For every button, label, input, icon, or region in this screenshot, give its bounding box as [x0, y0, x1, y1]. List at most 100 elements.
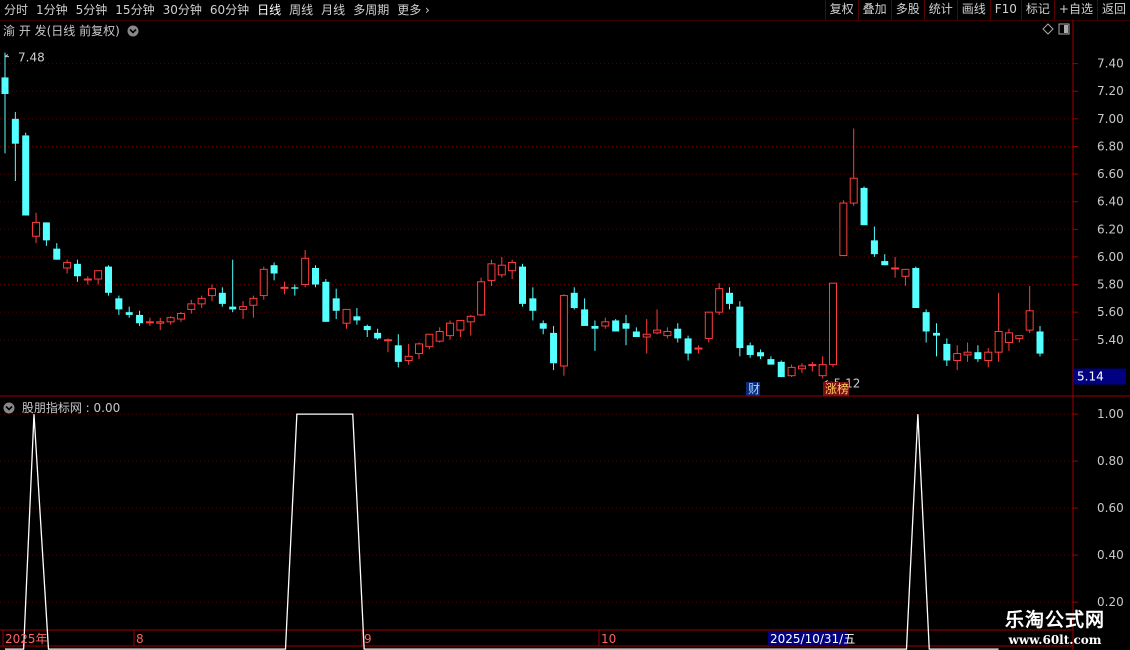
candle-85[interactable]	[881, 254, 889, 266]
kline-chart[interactable]: 5.40 5.60 5.80 6.00 6.20 6.40 6.60 6.80 7.00 7.20…	[0, 0, 1130, 650]
event-tag-0[interactable]: 财	[748, 382, 760, 396]
candle-71[interactable]	[736, 301, 744, 357]
candle-10[interactable]	[105, 265, 112, 296]
candle-63[interactable]	[653, 309, 662, 335]
candle-30[interactable]	[312, 265, 319, 288]
candle-89[interactable]	[922, 309, 930, 343]
candle-25[interactable]	[259, 266, 268, 300]
candle-81[interactable]	[839, 200, 848, 257]
candle-98[interactable]	[1015, 335, 1024, 343]
candle-39[interactable]	[404, 343, 413, 365]
candle-31[interactable]	[322, 279, 330, 322]
candle-7[interactable]	[73, 259, 81, 282]
candle-61[interactable]	[632, 327, 640, 338]
candle-53[interactable]	[550, 325, 558, 371]
candle-32[interactable]	[332, 288, 340, 320]
candle-36[interactable]	[374, 328, 382, 340]
candle-9[interactable]	[94, 270, 103, 285]
candle-75[interactable]	[777, 360, 785, 378]
candle-29[interactable]	[301, 250, 310, 288]
candle-34[interactable]	[353, 308, 361, 325]
candle-45[interactable]	[466, 314, 475, 336]
candle-41[interactable]	[425, 333, 434, 350]
candle-82[interactable]	[849, 128, 858, 206]
candle-55[interactable]	[570, 287, 578, 310]
candle-54[interactable]	[559, 294, 568, 376]
candle-24[interactable]	[249, 295, 258, 318]
candle-16[interactable]	[166, 316, 175, 325]
candle-78[interactable]	[808, 361, 817, 372]
candle-86[interactable]	[891, 256, 900, 278]
candle-33[interactable]	[342, 308, 351, 329]
candle-59[interactable]	[612, 319, 620, 332]
candle-60[interactable]	[622, 314, 630, 346]
candle-48[interactable]	[497, 256, 506, 278]
candle-73[interactable]	[757, 349, 765, 360]
candle-91[interactable]	[943, 338, 951, 367]
candle-23[interactable]	[239, 301, 248, 320]
diamond-icon[interactable]	[1042, 23, 1054, 35]
candle-67[interactable]	[694, 345, 703, 354]
candle-100[interactable]	[1036, 325, 1044, 357]
candle-56[interactable]	[581, 298, 589, 326]
candle-46[interactable]	[477, 277, 486, 317]
candle-83[interactable]	[860, 186, 868, 226]
candle-42[interactable]	[435, 327, 444, 343]
candle-20[interactable]	[208, 284, 216, 302]
candle-27[interactable]	[280, 281, 289, 295]
candle-12[interactable]	[125, 306, 133, 318]
candle-18[interactable]	[187, 299, 196, 314]
candle-15[interactable]	[156, 317, 165, 331]
candle-43[interactable]	[446, 320, 455, 340]
candle-3[interactable]	[32, 212, 41, 244]
candle-51[interactable]	[529, 287, 537, 321]
candle-97[interactable]	[1004, 328, 1013, 351]
candle-49[interactable]	[508, 259, 517, 280]
candle-2[interactable]	[22, 132, 30, 216]
candle-76[interactable]	[787, 364, 796, 378]
event-tag-1[interactable]: 涨榜	[825, 381, 849, 396]
candle-40[interactable]	[415, 342, 423, 360]
candle-72[interactable]	[746, 342, 754, 358]
candle-95[interactable]	[984, 348, 993, 368]
candle-14[interactable]	[145, 317, 154, 326]
candle-66[interactable]	[684, 335, 692, 361]
candle-69[interactable]	[715, 283, 724, 315]
candle-94[interactable]	[974, 345, 982, 362]
candle-6[interactable]	[63, 259, 72, 274]
candle-47[interactable]	[487, 259, 496, 286]
candle-37[interactable]	[383, 338, 392, 353]
candle-4[interactable]	[42, 222, 50, 246]
candle-0[interactable]	[1, 52, 9, 154]
candle-8[interactable]	[83, 276, 92, 285]
candle-79[interactable]	[818, 356, 827, 379]
candle-87[interactable]	[901, 268, 910, 286]
candle-38[interactable]	[394, 334, 402, 368]
candle-77[interactable]	[797, 363, 806, 373]
candle-44[interactable]	[456, 319, 465, 338]
candle-35[interactable]	[363, 324, 371, 338]
candle-74[interactable]	[767, 356, 775, 365]
candle-93[interactable]	[963, 342, 972, 362]
candle-84[interactable]	[870, 226, 878, 257]
candle-96[interactable]	[994, 292, 1003, 362]
candle-88[interactable]	[912, 266, 920, 309]
candle-58[interactable]	[601, 317, 610, 329]
candle-22[interactable]	[229, 259, 237, 313]
candle-57[interactable]	[591, 320, 599, 351]
candle-19[interactable]	[197, 295, 206, 309]
candle-80[interactable]	[829, 282, 837, 368]
candle-90[interactable]	[933, 323, 940, 357]
candle-52[interactable]	[539, 320, 547, 335]
candle-64[interactable]	[663, 327, 672, 339]
candle-50[interactable]	[519, 263, 526, 307]
candle-26[interactable]	[270, 262, 278, 281]
candle-70[interactable]	[726, 287, 733, 310]
candle-99[interactable]	[1025, 285, 1034, 333]
candle-92[interactable]	[953, 345, 962, 371]
candle-68[interactable]	[704, 311, 713, 343]
candle-62[interactable]	[642, 319, 651, 354]
candle-21[interactable]	[218, 287, 226, 307]
candle-28[interactable]	[291, 284, 299, 296]
candle-5[interactable]	[53, 243, 61, 260]
